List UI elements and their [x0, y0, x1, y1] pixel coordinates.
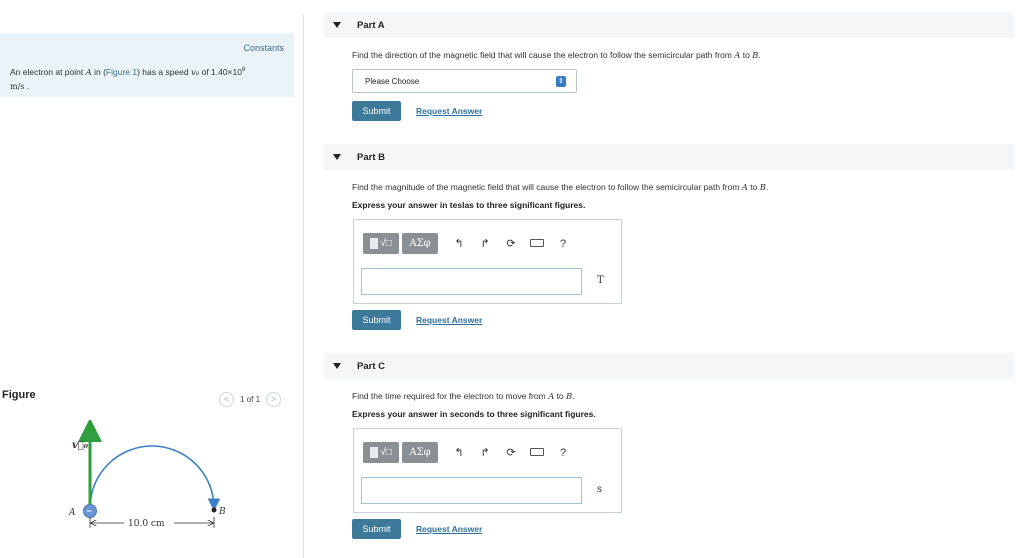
- part-b-header[interactable]: Part B: [324, 144, 1014, 170]
- figure-pager: < 1 of 1 >: [219, 392, 282, 407]
- redo-icon[interactable]: ↱: [472, 446, 498, 459]
- part-a-submit-button[interactable]: Submit: [352, 101, 401, 121]
- part-c-title: Part C: [357, 360, 385, 372]
- part-c-instruction: Express your answer in seconds to three …: [352, 409, 596, 419]
- problem-text-speed: ) has a speed: [137, 66, 191, 77]
- part-c-header[interactable]: Part C: [324, 353, 1014, 379]
- select-arrows-icon: ⇕: [556, 76, 566, 87]
- templates-button[interactable]: √□: [363, 233, 399, 254]
- undo-icon[interactable]: ↰: [446, 446, 472, 459]
- speed-exponent: 6: [241, 67, 246, 73]
- undo-icon[interactable]: ↰: [446, 237, 472, 250]
- part-b-unit: T: [597, 275, 604, 286]
- figure-diagram: v⃗₀ − A B 10.0 cm: [68, 420, 226, 529]
- template-square-icon: [370, 447, 379, 458]
- caret-down-icon[interactable]: [333, 363, 341, 369]
- direction-select[interactable]: Please Choose ⇕: [352, 69, 577, 93]
- part-a-question-prefix: Find the direction of the magnetic field…: [352, 50, 735, 60]
- part-b-question-mid: to: [747, 182, 760, 192]
- problem-text-suffix: .: [24, 80, 30, 91]
- part-a-request-answer-link[interactable]: Request Answer: [416, 106, 482, 116]
- part-c-question-end: .: [572, 391, 575, 401]
- part-b-submit-button[interactable]: Submit: [352, 310, 401, 330]
- distance-label: 10.0 cm: [128, 519, 165, 529]
- part-c-submit-button[interactable]: Submit: [352, 519, 401, 539]
- part-c-question-prefix: Find the time required for the electron …: [352, 391, 549, 401]
- caret-down-icon[interactable]: [333, 154, 341, 160]
- template-square-icon: [370, 238, 379, 249]
- figure-link[interactable]: Figure 1: [106, 67, 137, 77]
- part-a-question-mid: to: [740, 50, 753, 60]
- point-b-marker: [211, 507, 217, 513]
- greek-symbols-button[interactable]: ΑΣφ: [402, 233, 438, 254]
- greek-symbols-button[interactable]: ΑΣφ: [402, 442, 438, 463]
- part-c-answer-input[interactable]: [361, 477, 582, 504]
- part-a-question-end: .: [758, 50, 761, 60]
- help-icon[interactable]: ?: [550, 447, 576, 459]
- math-toolbar: √□ ΑΣφ ↰ ↱ ⟳ ?: [363, 442, 576, 463]
- chevron-right-icon[interactable]: >: [266, 392, 282, 407]
- part-c-answer-box: √□ ΑΣφ ↰ ↱ ⟳ ? s: [353, 428, 622, 513]
- part-b-question-prefix: Find the magnitude of the magnetic field…: [352, 182, 742, 192]
- redo-icon[interactable]: ↱: [472, 237, 498, 250]
- pane-divider: [303, 14, 304, 558]
- part-a-question: Find the direction of the magnetic field…: [352, 50, 761, 61]
- chevron-left-icon[interactable]: <: [219, 392, 234, 407]
- part-c-question-mid: to: [554, 391, 567, 401]
- point-a-label: A: [68, 508, 76, 518]
- part-b-instruction: Express your answer in teslas to three s…: [352, 200, 586, 210]
- electron-sign: −: [87, 506, 92, 516]
- problem-text-in: in (: [91, 66, 106, 77]
- velocity-label: v⃗₀: [72, 440, 89, 451]
- part-b-question: Find the magnitude of the magnetic field…: [352, 182, 768, 193]
- constants-link[interactable]: Constants: [243, 43, 284, 53]
- problem-text: An electron at point A in (Figure 1) has…: [10, 64, 290, 93]
- radical-icon: √□: [380, 238, 392, 249]
- point-b-label: B: [218, 507, 226, 517]
- speed-unit: m/s: [10, 81, 25, 91]
- part-a-title: Part A: [357, 19, 385, 31]
- part-c-request-answer-link[interactable]: Request Answer: [416, 524, 482, 534]
- part-c-question: Find the time required for the electron …: [352, 391, 575, 402]
- figure-title: Figure: [2, 389, 36, 401]
- caret-down-icon[interactable]: [333, 22, 341, 28]
- keyboard-icon[interactable]: [524, 238, 550, 250]
- problem-statement: Constants An electron at point A in (Fig…: [0, 33, 294, 97]
- reset-icon[interactable]: ⟳: [498, 237, 524, 250]
- problem-text-prefix: An electron at point: [10, 66, 86, 77]
- math-toolbar: √□ ΑΣφ ↰ ↱ ⟳ ?: [363, 233, 576, 254]
- semicircular-path: [89, 445, 221, 512]
- direction-select-value: Please Choose: [365, 77, 420, 86]
- part-c-unit: s: [597, 484, 603, 495]
- reset-icon[interactable]: ⟳: [498, 446, 524, 459]
- keyboard-icon[interactable]: [524, 447, 550, 459]
- templates-button[interactable]: √□: [363, 442, 399, 463]
- part-b-question-end: .: [765, 182, 769, 192]
- radical-icon: √□: [380, 447, 392, 458]
- part-b-answer-box: √□ ΑΣφ ↰ ↱ ⟳ ? T: [353, 219, 622, 304]
- part-b-answer-input[interactable]: [361, 268, 582, 295]
- figure-page-count: 1 of 1: [240, 395, 261, 404]
- problem-text-value: of 1.40×10: [199, 66, 242, 77]
- speed-symbol: v₀: [190, 67, 200, 78]
- part-b-title: Part B: [357, 151, 385, 163]
- part-b-request-answer-link[interactable]: Request Answer: [416, 315, 482, 325]
- help-icon[interactable]: ?: [550, 238, 576, 250]
- part-a-header[interactable]: Part A: [324, 12, 1014, 38]
